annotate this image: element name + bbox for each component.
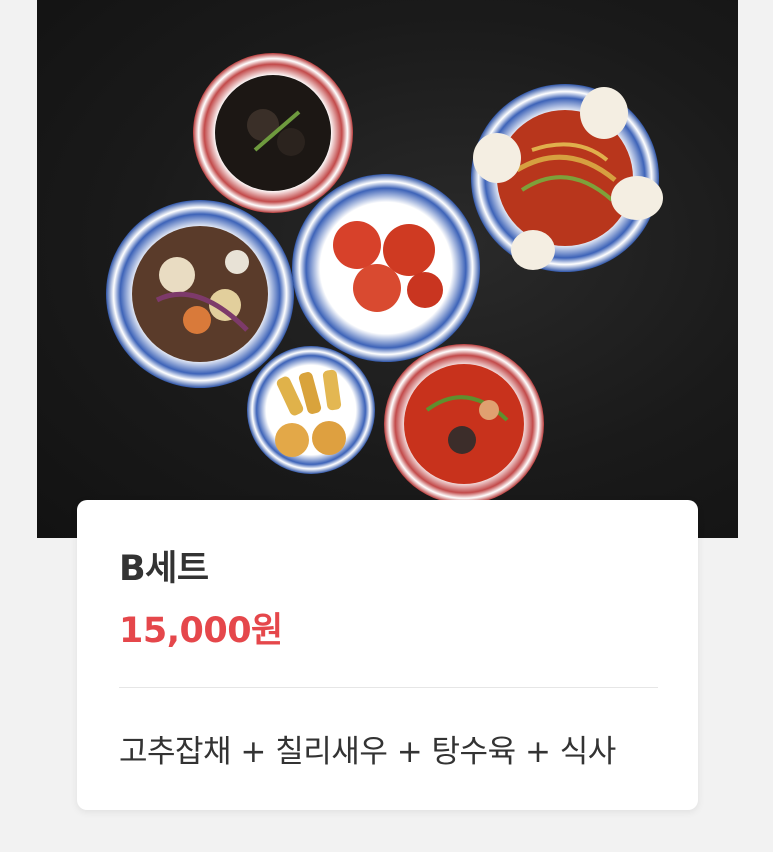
food-photo-icon	[106, 53, 663, 504]
product-card[interactable]: B세트 15,000원 고추잡채 + 칠리새우 + 탕수육 + 식사	[77, 500, 698, 810]
product-description: 고추잡채 + 칠리새우 + 탕수육 + 식사	[119, 734, 616, 770]
divider	[119, 687, 658, 688]
product-photo	[37, 0, 738, 538]
product-price: 15,000원	[119, 611, 283, 651]
product-name: B세트	[119, 549, 209, 589]
